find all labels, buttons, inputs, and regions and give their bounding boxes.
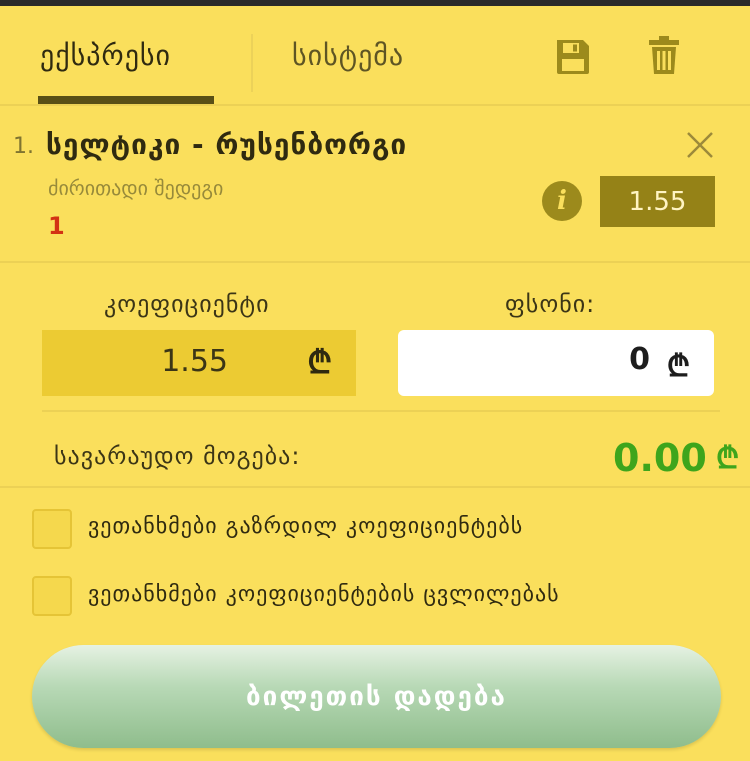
coefficient-field: 1.55 ₾	[42, 330, 356, 396]
info-icon[interactable]: i	[542, 181, 582, 221]
divider	[0, 104, 750, 106]
selection-outcome: 1	[48, 212, 65, 240]
divider	[42, 410, 720, 412]
lari-currency-icon: ₾	[666, 349, 690, 384]
tab-express[interactable]: ექსპრესი	[40, 6, 214, 104]
tab-divider	[251, 34, 253, 92]
betslip-tabs: ექსპრესი სისტემა	[0, 6, 750, 104]
accept-increased-odds-label[interactable]: ვეთანხმები გაზრდილ კოეფიციენტებს	[88, 514, 523, 539]
accept-odds-changes-label[interactable]: ვეთანხმები კოეფიციენტების ცვლილებას	[88, 582, 560, 607]
place-bet-button[interactable]: ბილეთის დადება	[32, 645, 721, 748]
accept-odds-changes-checkbox[interactable]	[32, 576, 72, 616]
coefficient-value: 1.55	[161, 344, 228, 379]
tab-system[interactable]: სისტემა	[292, 6, 404, 104]
bet-index: 1.	[13, 134, 34, 159]
active-tab-indicator	[38, 96, 214, 104]
accept-increased-odds-checkbox[interactable]	[32, 509, 72, 549]
potential-winnings-value: 0.00	[613, 436, 707, 480]
lari-currency-icon: ₾	[307, 343, 332, 381]
event-title: სელტიკი - რუსენბორგი	[46, 128, 408, 161]
stake-value: 0	[629, 342, 650, 377]
divider	[0, 261, 750, 263]
close-icon[interactable]	[685, 130, 715, 160]
lari-currency-icon: ₾	[716, 441, 740, 476]
trash-icon[interactable]	[648, 34, 680, 76]
divider	[0, 486, 750, 488]
odds-badge: 1.55	[600, 176, 715, 227]
market-name: ძირითადი შედეგი	[48, 176, 224, 200]
coefficient-label: კოეფიციენტი	[104, 290, 270, 318]
stake-label: ფსონი:	[505, 290, 596, 318]
stake-input[interactable]: 0 ₾	[398, 330, 714, 396]
save-icon[interactable]	[555, 34, 591, 76]
potential-winnings-label: სავარაუდო მოგება:	[54, 442, 301, 470]
